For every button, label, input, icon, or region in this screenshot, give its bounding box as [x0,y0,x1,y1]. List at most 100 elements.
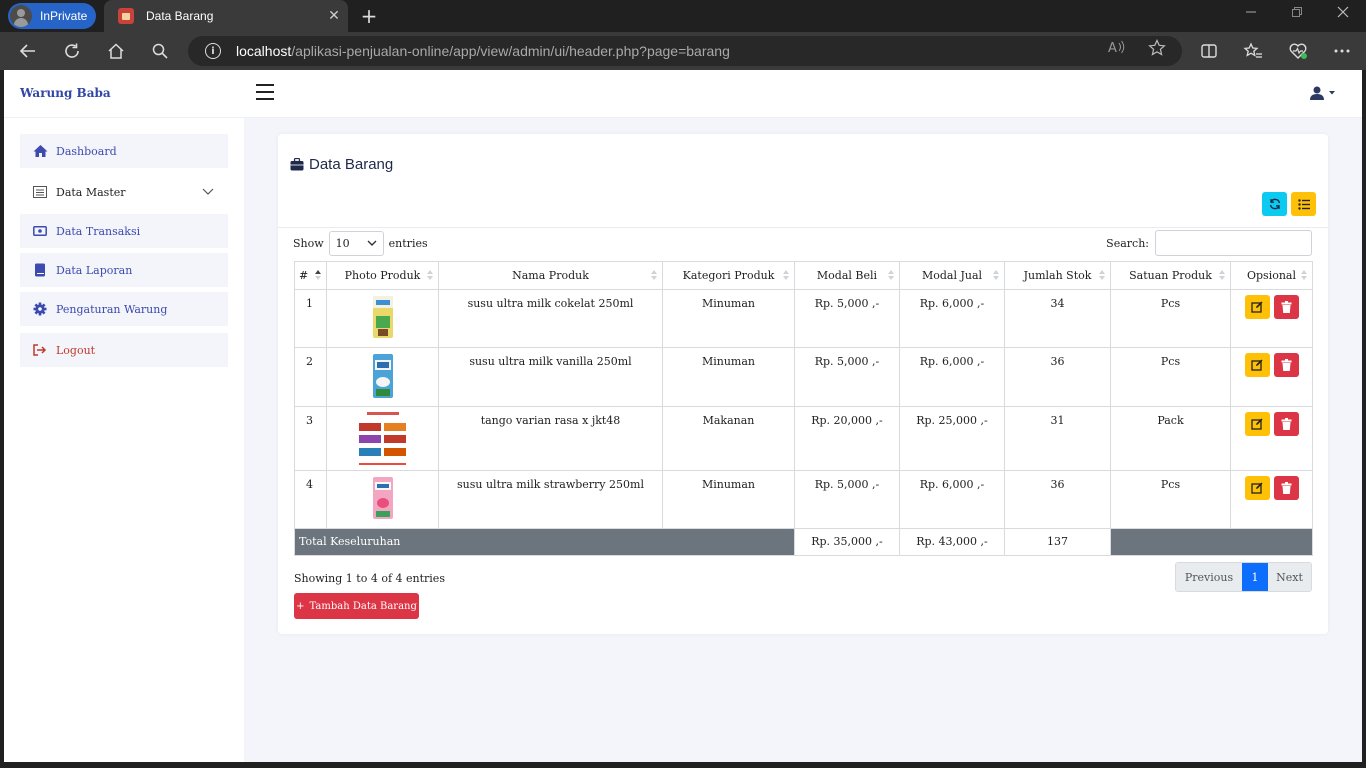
data-barang-card: Data Barang Show 10 entries Search: # Ph… [278,134,1328,634]
web-page: Warung Baba Dashboard Data Master Data T… [4,70,1362,762]
url-text: localhost/aplikasi-penjualan-online/app/… [236,43,730,59]
satuan-cell: Pcs [1110,347,1231,407]
column-header-stok[interactable]: Jumlah Stok [1004,261,1111,290]
search-input[interactable] [1155,230,1312,256]
kategori-cell: Minuman [662,470,795,529]
entries-length-control: Show 10 entries [293,231,428,256]
refresh-button[interactable] [1262,192,1287,216]
nama-produk-cell: susu ultra milk cokelat 250ml [438,289,663,348]
column-header-photo[interactable]: Photo Produk [326,261,439,290]
total-modal-beli: Rp. 35,000 ,- [794,528,900,556]
more-menu-icon[interactable] [1330,39,1354,63]
entries-label: entries [388,237,428,250]
card-title: Data Barang [290,156,393,173]
stok-cell: 31 [1004,406,1111,471]
column-header-satuan[interactable]: Satuan Produk [1110,261,1231,290]
sidebar-item-data-transaksi[interactable]: Data Transaksi [20,214,228,248]
sidebar-item-pengaturan-warung[interactable]: Pengaturan Warung [20,292,228,326]
window-bottom-edge [0,762,1366,768]
window-close-icon[interactable] [1333,6,1353,22]
delete-button[interactable] [1273,476,1299,500]
favorite-star-icon[interactable] [1148,39,1166,61]
product-photo-strawberry-milk[interactable] [372,475,394,521]
product-photo-vanilla-milk[interactable] [372,352,394,400]
product-photo-chocolate-milk[interactable] [372,294,394,340]
total-modal-jual: Rp. 43,000 ,- [899,528,1005,556]
read-aloud-icon[interactable]: A [1108,39,1126,59]
edit-button[interactable] [1244,476,1270,500]
site-info-icon[interactable]: i [205,43,221,59]
refresh-icon[interactable] [60,39,84,63]
actions-cell [1230,406,1313,471]
kategori-cell: Minuman [662,347,795,407]
kategori-cell: Minuman [662,289,795,348]
delete-button[interactable] [1273,295,1299,319]
page-length-select[interactable]: 10 [328,231,384,256]
edit-button[interactable] [1244,353,1270,377]
caret-down-icon [1329,91,1335,95]
page-1-button[interactable]: 1 [1242,563,1268,591]
actions-cell [1230,347,1313,407]
inprivate-label: InPrivate [40,9,88,23]
next-page-button[interactable]: Next [1268,563,1311,591]
edit-button[interactable] [1244,412,1270,436]
minimize-icon[interactable] [1241,6,1261,22]
new-tab-button[interactable]: + [358,4,380,28]
edit-button[interactable] [1244,295,1270,319]
table-header-row: # Photo Produk Nama Produk Kategori Prod… [294,261,1313,290]
table-row: 3 tango varian rasa x jkt48 Makanan Rp. … [294,406,1313,471]
sidebar-item-data-laporan[interactable]: Data Laporan [20,253,228,287]
profile-avatar-icon [10,5,32,27]
user-menu-dropdown[interactable] [1310,86,1336,100]
tab-close-icon[interactable]: ✕ [320,8,348,24]
back-icon[interactable] [16,39,40,63]
photo-cell [326,470,439,529]
column-header-opsional[interactable]: Opsional [1230,261,1313,290]
sidebar-item-dashboard[interactable]: Dashboard [20,134,228,168]
show-label: Show [293,237,324,250]
favorites-icon[interactable] [1241,39,1265,63]
delete-button[interactable] [1273,353,1299,377]
restore-icon[interactable] [1287,6,1307,22]
column-header-no[interactable]: # [294,261,327,290]
modal-beli-cell: Rp. 20,000 ,- [794,406,900,471]
chevron-down-icon [202,186,214,199]
split-screen-icon[interactable] [1197,39,1221,63]
browser-tab-active[interactable]: Data Barang ✕ [104,0,348,32]
product-photo-tango[interactable] [356,411,409,467]
tambah-data-barang-button[interactable]: + Tambah Data Barang [294,593,419,619]
address-bar[interactable]: i localhost/aplikasi-penjualan-online/ap… [188,36,1182,66]
add-button-label: Tambah Data Barang [309,600,417,612]
photo-cell [326,347,439,407]
list-icon [1297,198,1310,210]
stok-cell: 36 [1004,470,1111,529]
hamburger-menu-icon[interactable] [256,84,274,100]
home-icon[interactable] [104,39,128,63]
sidebar-item-logout[interactable]: Logout [20,333,228,367]
photo-cell [326,289,439,348]
previous-page-button[interactable]: Previous [1176,563,1242,591]
satuan-cell: Pcs [1110,470,1231,529]
total-label: Total Keseluruhan [294,528,795,556]
search-icon[interactable] [148,39,172,63]
delete-button[interactable] [1273,412,1299,436]
column-header-modal-jual[interactable]: Modal Jual [899,261,1005,290]
browser-essentials-icon[interactable] [1286,39,1310,63]
gear-icon [32,301,48,317]
column-header-kategori[interactable]: Kategori Produk [662,261,795,290]
briefcase-icon [290,158,304,171]
total-filler [1110,528,1313,556]
modal-jual-cell: Rp. 6,000 ,- [899,470,1005,529]
nama-produk-cell: susu ultra milk vanilla 250ml [438,347,663,407]
nama-produk-cell: susu ultra milk strawberry 250ml [438,470,663,529]
inprivate-badge[interactable]: InPrivate [8,3,96,29]
actions-cell [1230,289,1313,348]
sidebar-item-label: Data Laporan [56,263,133,277]
list-view-button[interactable] [1291,192,1316,216]
brand-title[interactable]: Warung Baba [20,86,111,100]
column-header-nama[interactable]: Nama Produk [438,261,663,290]
browser-tab-bar: InPrivate Data Barang ✕ + [0,0,1366,32]
column-header-modal-beli[interactable]: Modal Beli [794,261,900,290]
sidebar-item-label: Dashboard [56,144,117,158]
sidebar-item-data-master[interactable]: Data Master [20,175,228,209]
